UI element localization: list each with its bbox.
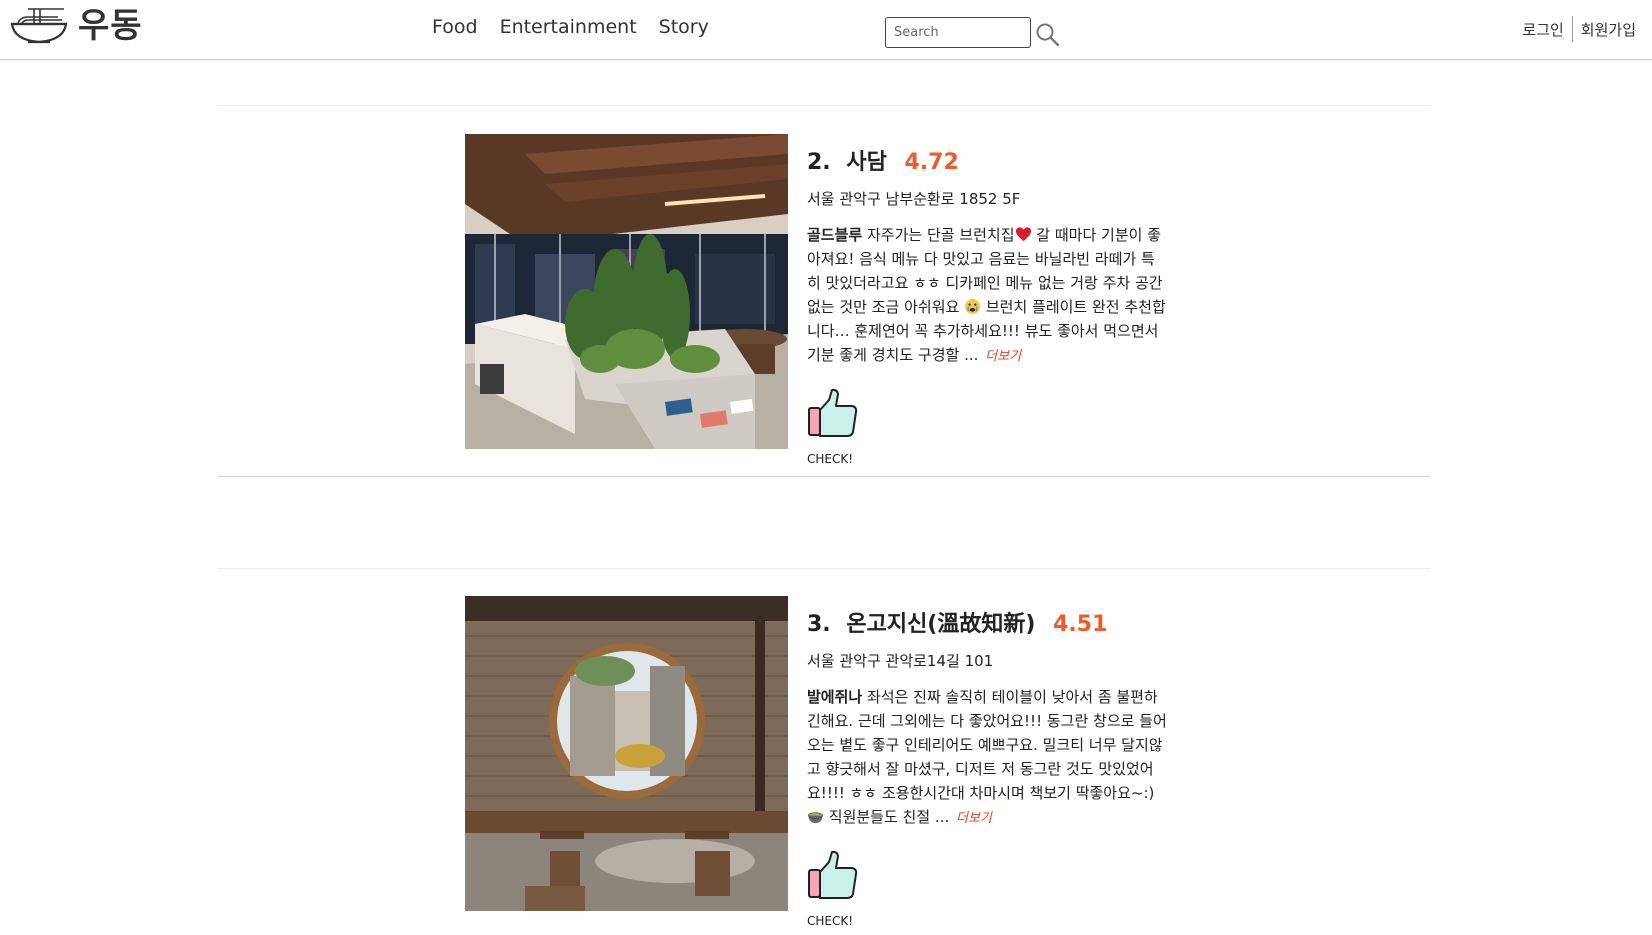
- thumbs-up-icon: [808, 850, 858, 899]
- review-text: 골드블루 자주가는 단골 브런치집 갈 때마다 기분이 좋아져요! 음식 메뉴 …: [807, 223, 1167, 369]
- section-divider: [218, 476, 1430, 477]
- search-box: [885, 16, 1061, 48]
- like-button[interactable]: CHECK!: [807, 388, 863, 466]
- review-body: 직원분들도 친절 ...: [824, 808, 950, 826]
- restaurant-title[interactable]: 3. 온고지신(溫故知新) 4.51: [807, 608, 1177, 642]
- search-icon[interactable]: [1035, 22, 1061, 48]
- nav-item-entertainment[interactable]: Entertainment: [500, 16, 637, 38]
- login-link[interactable]: 로그인: [1522, 19, 1563, 40]
- signup-link[interactable]: 회원가입: [1581, 19, 1636, 40]
- restaurant-name: 사담: [846, 150, 887, 175]
- nav-item-food[interactable]: Food: [432, 16, 478, 38]
- restaurant-title[interactable]: 2. 사담 4.72: [807, 146, 1177, 180]
- thumbs-up-icon: [808, 388, 858, 437]
- matcha-bowl-emoji-icon: [808, 812, 823, 824]
- udon-bowl-logo-icon: [10, 8, 68, 44]
- account-divider: [1571, 16, 1573, 42]
- round-window-cafe-photo[interactable]: [465, 596, 788, 911]
- section-divider: [218, 105, 1430, 106]
- top-navigation-bar: 우동 Food Entertainment Story 로그인 회원가입: [0, 0, 1652, 60]
- rating-score: 4.72: [904, 150, 959, 175]
- site-logo[interactable]: 우동: [8, 6, 143, 46]
- rating-score: 4.51: [1053, 612, 1108, 637]
- logo-text: 우동: [78, 6, 143, 46]
- restaurant-address: 서울 관악구 관악로14길 101: [807, 652, 994, 670]
- search-input[interactable]: [885, 16, 1031, 48]
- nav-item-story[interactable]: Story: [659, 16, 709, 38]
- restaurant-name: 온고지신(溫故知新): [846, 612, 1036, 637]
- review-body: 자주가는 단골 브런치집: [862, 226, 1015, 244]
- like-label: CHECK!: [807, 452, 854, 466]
- like-label: CHECK!: [807, 914, 854, 928]
- review-author: 발에쥐나: [807, 688, 863, 706]
- card-content: 2. 사담 4.72 서울 관악구 남부순환로 1852 5F 골드블루 자주가…: [807, 134, 1177, 466]
- card-content: 3. 온고지신(溫故知新) 4.51 서울 관악구 관악로14길 101 발에쥐…: [807, 596, 1177, 928]
- rank-number: 3.: [807, 612, 831, 637]
- read-more-link[interactable]: 더보기: [985, 349, 1021, 364]
- review-author: 골드블루: [807, 226, 863, 244]
- review-text: 발에쥐나 좌석은 진짜 솔직히 테이블이 낮아서 좀 불편하긴해요. 근데 그외…: [807, 685, 1167, 831]
- section-divider: [218, 568, 1430, 569]
- red-heart-emoji-icon: [1015, 227, 1031, 242]
- account-links: 로그인 회원가입: [1522, 16, 1636, 42]
- cafe-interior-photo[interactable]: [465, 134, 788, 449]
- crying-face-emoji-icon: [965, 298, 981, 315]
- restaurant-address: 서울 관악구 남부순환로 1852 5F: [807, 190, 1021, 208]
- rank-number: 2.: [807, 150, 831, 175]
- main-nav: Food Entertainment Story: [432, 16, 709, 38]
- like-button[interactable]: CHECK!: [807, 850, 863, 928]
- read-more-link[interactable]: 더보기: [956, 811, 992, 826]
